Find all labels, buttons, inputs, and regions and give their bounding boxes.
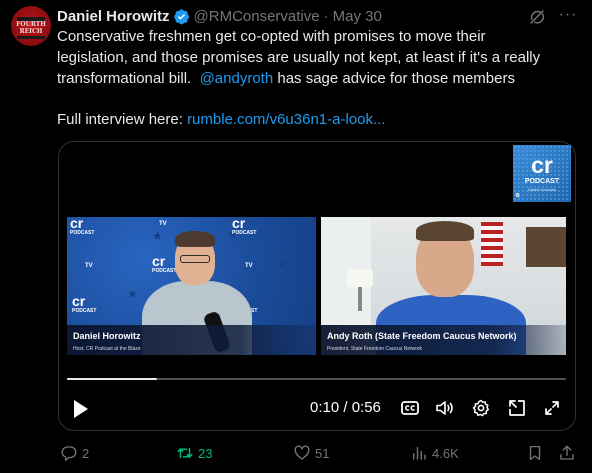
grok-icon[interactable]	[528, 8, 546, 26]
tweet-text: Conservative freshmen get co-opted with …	[57, 26, 577, 130]
repost-count: 23	[198, 445, 213, 461]
guest-name: Andy Roth (State Freedom Caucus Network)	[327, 331, 517, 341]
mention-link[interactable]: @andyroth	[200, 70, 274, 87]
play-icon[interactable]	[72, 398, 90, 420]
share-button[interactable]	[558, 443, 580, 463]
star-icon: ★	[277, 257, 288, 271]
tv-logo: TV	[245, 263, 253, 269]
view-count: 4.6K	[432, 445, 459, 461]
tweet-date[interactable]: May 30	[333, 8, 382, 25]
fullscreen-icon[interactable]	[542, 398, 562, 418]
pip-icon[interactable]	[507, 398, 527, 418]
tweet-text-segment: transformational bill.	[57, 70, 192, 87]
reply-count: 2	[82, 445, 90, 461]
star-icon: ★	[152, 229, 163, 243]
guest-figure	[416, 221, 474, 241]
tweet-text-line-3: transformational bill. @andyroth has sag…	[57, 68, 577, 89]
lamp	[358, 287, 362, 311]
like-button[interactable]: 51	[293, 443, 329, 463]
tweet-text-line: Full interview here: rumble.com/v6u36n1-…	[57, 109, 577, 130]
cr-logo-text: cr	[232, 217, 246, 231]
video-panel-guest: Andy Roth (State Freedom Caucus Network)…	[321, 217, 566, 355]
cr-logo-text: cr	[72, 293, 86, 309]
video-panel-host: ★ ★ ★ ★ cr PODCAST cr PODCAST cr PODCAST cr…	[67, 217, 316, 355]
external-link[interactable]: rumble.com/v6u36n1-a-look...	[187, 111, 385, 128]
badge-network: B	[516, 193, 520, 199]
video-progress-fill	[67, 378, 157, 380]
settings-icon[interactable]	[471, 398, 491, 418]
separator-dot: ·	[323, 7, 329, 25]
host-figure	[180, 255, 210, 263]
room-background	[526, 227, 566, 267]
cr-logo: crPODCAST	[72, 293, 97, 314]
tweet-text-line: legislation, and those promises are usua…	[57, 49, 541, 66]
cr-logo-text: cr	[70, 217, 84, 231]
views-button[interactable]: 4.6K	[410, 443, 459, 463]
reply-button[interactable]: 2	[60, 443, 89, 463]
link-prefix: Full interview here:	[57, 111, 188, 128]
host-name: Daniel Horowitz	[73, 331, 141, 341]
repost-button[interactable]: 23	[176, 443, 212, 463]
author-display-name[interactable]: Daniel Horowitz	[57, 8, 170, 25]
cr-logo-sub: PODCAST	[72, 308, 97, 314]
tweet-header: Daniel Horowitz @RMConservative · May 30	[57, 6, 382, 26]
cr-logo-text: cr	[152, 253, 166, 269]
video-time: 0:10 / 0:56	[310, 399, 381, 416]
reply-icon	[61, 446, 77, 461]
tv-logo: TV	[85, 263, 93, 269]
flag	[481, 221, 503, 266]
avatar-stripe	[17, 36, 45, 39]
lower-third: Andy Roth (State Freedom Caucus Network)…	[321, 325, 566, 355]
badge-title: PODCAST	[524, 178, 560, 185]
tv-logo: TV	[159, 221, 167, 227]
tweet-text-segment: has sage advice for those members	[273, 70, 515, 87]
author-handle[interactable]: @RMConservative	[194, 8, 320, 25]
host-title: Host, CR Podcast at the Blaze	[73, 346, 141, 352]
like-count: 51	[315, 445, 330, 461]
cr-logo: crPODCAST	[232, 217, 256, 236]
bookmark-button[interactable]	[526, 443, 548, 463]
share-icon	[560, 445, 574, 460]
video-progress-bar[interactable]	[67, 378, 566, 380]
bookmark-icon	[529, 445, 541, 461]
cr-logo-sub: PODCAST	[232, 230, 257, 236]
badge-logo: cr	[531, 152, 553, 178]
heart-icon	[294, 445, 310, 460]
lamp	[347, 269, 373, 287]
captions-icon[interactable]	[400, 398, 420, 418]
repost-icon	[177, 447, 193, 459]
analytics-icon	[413, 447, 426, 460]
badge-subtitle: Daniel Horowitz	[527, 187, 556, 192]
lower-third: Daniel Horowitz Host, CR Podcast at the …	[67, 325, 316, 355]
cr-logo: crPODCAST	[152, 253, 177, 274]
cr-logo: crPODCAST	[70, 217, 94, 236]
cr-logo-sub: PODCAST	[152, 268, 177, 274]
tweet-text-line: Conservative freshmen get co-opted with …	[57, 28, 486, 45]
avatar-logo-text: FOURTH REICH	[16, 21, 46, 35]
guest-title: President, State Freedom Caucus Network	[327, 346, 423, 352]
host-figure	[175, 231, 215, 247]
volume-icon[interactable]	[435, 398, 455, 418]
author-avatar[interactable]: FOURTH REICH	[11, 6, 51, 46]
cr-logo-sub: PODCAST	[70, 230, 95, 236]
cr-podcast-badge: cr PODCAST Daniel Horowitz B	[513, 145, 571, 202]
star-icon: ★	[127, 287, 138, 301]
more-options-icon[interactable]: ···	[558, 6, 578, 26]
verified-badge-icon	[173, 8, 189, 24]
